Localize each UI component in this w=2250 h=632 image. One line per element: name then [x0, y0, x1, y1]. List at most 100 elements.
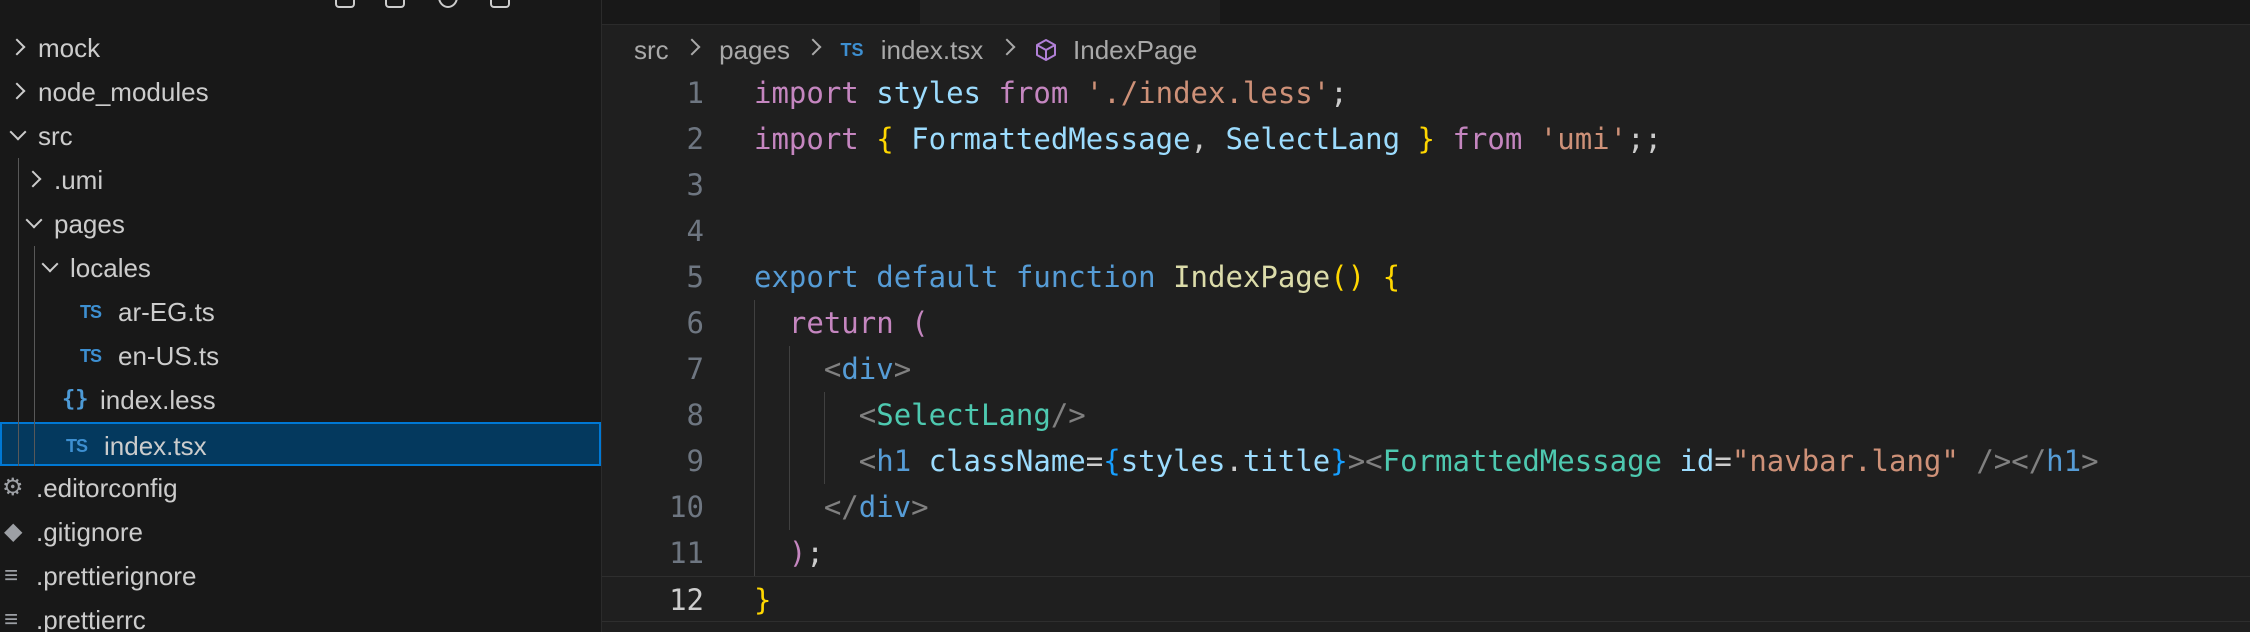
breadcrumb-item-pages[interactable]: pages: [719, 30, 790, 70]
code-line[interactable]: 12}: [602, 576, 2250, 622]
tree-item-label: en-US.ts: [118, 341, 220, 371]
code-token: id: [1679, 444, 1715, 478]
tree-item[interactable]: node_modules: [0, 70, 601, 114]
line-number: 9: [686, 444, 704, 478]
code-token: "navbar.lang": [1731, 444, 1959, 478]
code-token: =: [1714, 444, 1732, 478]
tree-item[interactable]: ⚙ .editorconfig: [0, 466, 601, 510]
new-file-icon[interactable]: [335, 0, 355, 8]
tree-item-label: .gitignore: [36, 517, 143, 547]
code-token: /></: [1976, 444, 2047, 478]
typescript-file-icon: TS: [66, 436, 88, 456]
typescript-file-icon: TS: [80, 346, 102, 366]
tree-item[interactable]: TS en-US.ts: [0, 334, 601, 378]
chevron-down-icon[interactable]: [40, 246, 60, 290]
code-token: IndexPage: [1173, 260, 1331, 294]
code-token: import: [754, 76, 859, 110]
code-editor[interactable]: 1 import styles from './index.less'; 2 impo…: [602, 70, 2250, 622]
breadcrumb-item-file[interactable]: index.tsx: [881, 30, 984, 70]
code-token: from: [998, 76, 1069, 110]
tree-item-label: index.less: [100, 385, 216, 415]
code-text: }: [754, 577, 771, 623]
tree-item[interactable]: mock: [0, 26, 601, 70]
breadcrumb-item-symbol[interactable]: IndexPage: [1073, 30, 1197, 70]
chevron-right-icon[interactable]: [8, 26, 28, 70]
chevron-right-icon: [804, 38, 822, 56]
code-line[interactable]: 3: [602, 162, 2250, 208]
code-line[interactable]: 4: [602, 208, 2250, 254]
code-line[interactable]: 10 </div>: [602, 484, 2250, 530]
code-line[interactable]: 7 <div>: [602, 346, 2250, 392]
chevron-down-icon[interactable]: [24, 202, 44, 246]
chevron-down-icon[interactable]: [8, 114, 28, 158]
code-token: <: [823, 352, 842, 386]
gear-icon: ⚙: [2, 474, 24, 501]
code-token: function: [1015, 260, 1156, 294]
tab-inactive-3[interactable]: [1580, 0, 1941, 24]
text-lines-icon: ≡: [4, 562, 19, 589]
code-line[interactable]: 2 import { FormattedMessage, SelectLang }…: [602, 116, 2250, 162]
code-token: FormattedMessage: [911, 122, 1191, 156]
breadcrumb-item-src[interactable]: src: [634, 30, 669, 70]
text-lines-icon: ≡: [4, 606, 19, 632]
code-line[interactable]: 5 export default function IndexPage() {: [602, 254, 2250, 300]
code-token: ;;: [1627, 122, 1663, 156]
indent-guide: [34, 246, 35, 466]
code-token: {: [1382, 260, 1401, 294]
chevron-right-icon[interactable]: [24, 158, 44, 202]
code-line[interactable]: 6 return (: [602, 300, 2250, 346]
git-icon: ◆: [4, 518, 23, 545]
code-line[interactable]: 8 <SelectLang/>: [602, 392, 2250, 438]
code-line[interactable]: 1 import styles from './index.less';: [602, 70, 2250, 116]
tree-item[interactable]: {} index.less: [0, 378, 601, 422]
code-token: h1: [2046, 444, 2082, 478]
tab-inactive-4[interactable]: [1940, 0, 2250, 24]
tab-inactive-2[interactable]: [1220, 0, 1581, 24]
tree-item[interactable]: ≡ .prettierrc: [0, 598, 601, 632]
line-number: 5: [686, 260, 704, 294]
refresh-icon[interactable]: [438, 0, 458, 8]
code-token: className: [928, 444, 1086, 478]
chevron-right-icon[interactable]: [8, 70, 28, 114]
code-token: from: [1452, 122, 1523, 156]
tree-item-label: mock: [38, 33, 101, 63]
tab-index-tsx[interactable]: [920, 0, 1221, 24]
tab-inactive-1[interactable]: [602, 0, 921, 24]
code-text: );: [754, 530, 824, 576]
collapse-all-icon[interactable]: [490, 0, 510, 8]
code-text: <SelectLang/>: [754, 392, 1086, 438]
tree-item[interactable]: TS ar-EG.ts: [0, 290, 601, 334]
tab-bar: [602, 0, 2250, 25]
new-folder-icon[interactable]: [385, 0, 405, 8]
code-text: <div>: [754, 346, 911, 392]
line-number: 1: [686, 76, 704, 110]
tree-item[interactable]: .umi: [0, 158, 601, 202]
code-token: .: [1225, 444, 1243, 478]
tree-item[interactable]: ◆ .gitignore: [0, 510, 601, 554]
tree-item-label: .editorconfig: [36, 473, 178, 503]
code-token: >: [2081, 444, 2099, 478]
tree-item[interactable]: ≡ .prettierignore: [0, 554, 601, 598]
tree-item[interactable]: locales: [0, 246, 601, 290]
code-line[interactable]: 9 <h1 className={styles.title}><Formatte…: [602, 438, 2250, 484]
less-file-icon: {}: [62, 387, 89, 412]
indent-guide: [754, 300, 755, 576]
code-token: div: [858, 490, 912, 524]
code-token: />: [1050, 398, 1086, 432]
code-token: styles: [1120, 444, 1226, 478]
tree-item[interactable]: src: [0, 114, 601, 158]
code-line[interactable]: 11 );: [602, 530, 2250, 576]
explorer-sidebar: mock node_modules src .umi pages locales TS ar-…: [0, 0, 602, 632]
code-text: import { FormattedMessage, SelectLang } …: [754, 116, 1662, 162]
chevron-right-icon: [998, 38, 1016, 56]
code-text: import styles from './index.less';: [754, 70, 1348, 116]
tree-item[interactable]: pages: [0, 202, 601, 246]
tree-item[interactable]: TS index.tsx: [0, 422, 601, 466]
